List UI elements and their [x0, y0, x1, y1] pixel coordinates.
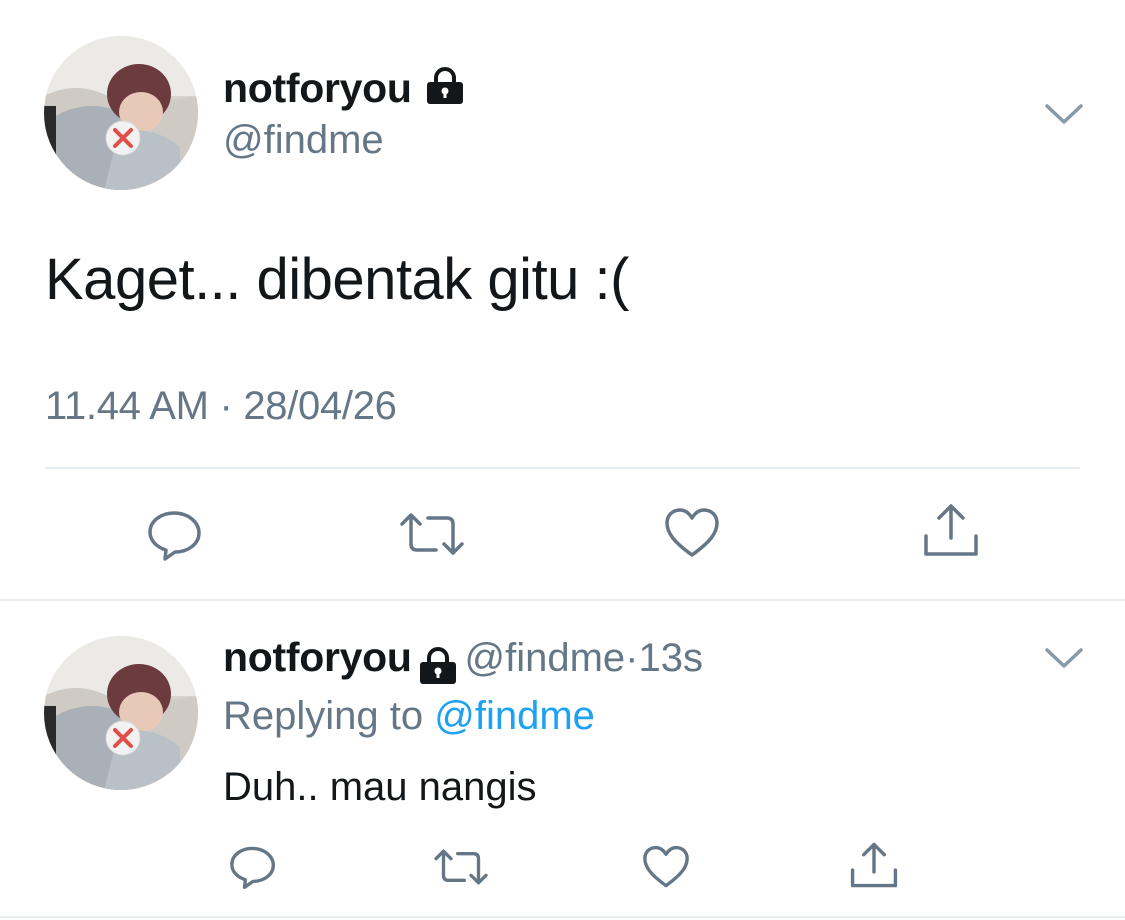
tweet-age[interactable]: 13s	[639, 636, 704, 680]
divider	[45, 467, 1080, 469]
profile-photo	[44, 636, 198, 790]
replying-to-label: Replying to	[223, 694, 424, 738]
separator: ·	[219, 384, 233, 428]
divider	[0, 916, 1125, 918]
divider	[0, 599, 1125, 601]
avatar[interactable]	[44, 636, 198, 790]
chevron-down-icon[interactable]	[1044, 102, 1084, 126]
tweet-time: 11.44 AM	[45, 384, 209, 428]
profile-photo	[44, 36, 198, 190]
retweet-icon[interactable]	[398, 510, 466, 558]
replying-to: Replying to @findme	[223, 694, 595, 739]
avatar[interactable]	[44, 36, 198, 190]
tweet-date: 28/04/26	[243, 384, 397, 428]
display-name[interactable]: notforyou	[223, 65, 467, 116]
reply-header: notforyou @findme·13s	[223, 634, 703, 687]
handle[interactable]: @findme	[223, 118, 384, 163]
chevron-down-icon[interactable]	[1044, 646, 1084, 670]
mention-link[interactable]: @findme	[434, 694, 595, 738]
lock-icon	[423, 66, 467, 116]
tweet-text: Kaget... dibentak gitu :(	[45, 247, 629, 312]
share-icon[interactable]	[922, 502, 980, 558]
handle[interactable]: @findme	[465, 636, 626, 680]
reply-icon[interactable]	[147, 509, 203, 561]
share-icon[interactable]	[849, 841, 899, 889]
reply-icon[interactable]	[229, 845, 277, 889]
retweet-icon[interactable]	[432, 847, 490, 887]
separator: ·	[625, 636, 639, 680]
display-name-text[interactable]: notforyou	[223, 634, 412, 680]
like-icon[interactable]	[664, 507, 720, 559]
tweet-timestamp[interactable]: 11.44 AM · 28/04/26	[45, 384, 397, 429]
like-icon[interactable]	[642, 845, 690, 889]
display-name-text[interactable]: notforyou	[223, 65, 412, 111]
lock-icon	[416, 646, 460, 687]
tweet-text: Duh.. mau nangis	[223, 765, 537, 809]
